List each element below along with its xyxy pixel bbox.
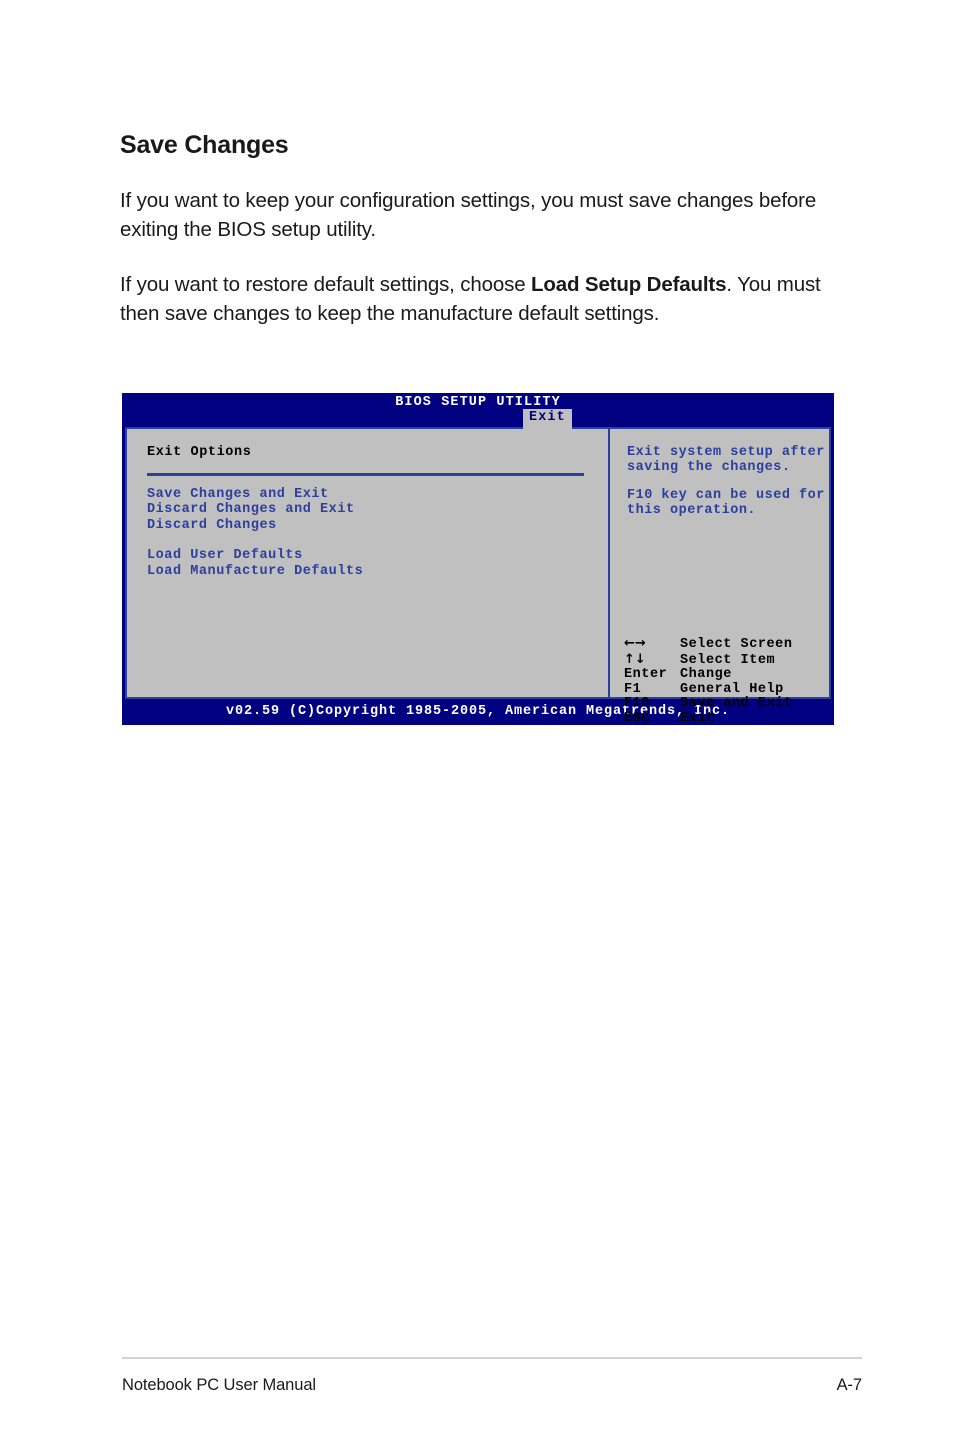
bios-tab-exit[interactable]: Exit xyxy=(523,409,572,429)
paragraph-keep-settings: If you want to keep your configuration s… xyxy=(120,186,860,244)
page-footer: Notebook PC User Manual A-7 xyxy=(122,1357,862,1395)
legend-label-exit: Exit xyxy=(680,710,715,726)
page-content: Save Changes If you want to keep your co… xyxy=(120,131,860,328)
footer-row: Notebook PC User Manual A-7 xyxy=(122,1376,862,1395)
load-setup-defaults-emphasis: Load Setup Defaults xyxy=(531,272,727,296)
up-down-arrows-icon: ↑↓ xyxy=(624,651,646,667)
legend-row-change: Enter Change xyxy=(624,668,792,683)
heading-divider xyxy=(147,473,584,476)
page-title: Save Changes xyxy=(120,131,289,159)
help-text-line-4: this operation. xyxy=(627,503,757,518)
legend-row-save-and-exit: F10 Save and Exit xyxy=(624,697,792,712)
bios-title: BIOS SETUP UTILITY xyxy=(395,395,561,410)
legend-row-exit: ESC Exit xyxy=(624,710,792,727)
menu-item-save-changes-and-exit[interactable]: Save Changes and Exit xyxy=(147,487,608,503)
legend-row-general-help: F1 General Help xyxy=(624,681,792,698)
footer-manual-title: Notebook PC User Manual xyxy=(122,1376,316,1394)
exit-options-heading: Exit Options xyxy=(147,445,252,460)
footer-page-number: A-7 xyxy=(836,1376,862,1394)
legend-key-f10: F10 xyxy=(624,696,650,712)
menu-group-separator xyxy=(147,534,608,548)
paragraph-restore-defaults: If you want to restore default settings,… xyxy=(120,270,860,328)
legend-key-esc: ESC xyxy=(624,710,650,726)
footer-divider xyxy=(122,1357,862,1359)
legend-label-select-item: Select Item xyxy=(680,652,776,668)
bios-key-legend: ←→ Select Screen ↑↓ Select Item Enter Ch… xyxy=(624,636,793,727)
menu-item-discard-changes[interactable]: Discard Changes xyxy=(147,518,608,535)
bios-body-frame: Exit Options Save Changes and Exit Disca… xyxy=(125,427,831,726)
help-text-line-1: Exit system setup after xyxy=(627,445,825,460)
legend-key-f1: F1 xyxy=(624,681,642,697)
bios-left-panel: Exit Options Save Changes and Exit Disca… xyxy=(127,429,610,697)
legend-row-select-item: ↑↓ Select Item xyxy=(624,651,792,669)
legend-row-select-screen: ←→ Select Screen xyxy=(624,636,793,653)
help-text-line-2: saving the changes. xyxy=(627,460,791,475)
menu-item-load-user-defaults[interactable]: Load User Defaults xyxy=(147,548,608,564)
menu-item-discard-changes-and-exit[interactable]: Discard Changes and Exit xyxy=(147,503,608,519)
bios-right-panel: Exit system setup after saving the chang… xyxy=(610,429,829,726)
paragraph-text-before: If you want to restore default settings,… xyxy=(120,272,532,296)
legend-label-save-and-exit: Save and Exit xyxy=(680,696,793,712)
legend-label-general-help: General Help xyxy=(680,681,784,697)
paragraph-text: If you want to keep your configuration s… xyxy=(120,188,817,241)
legend-label-select-screen: Select Screen xyxy=(680,637,793,652)
help-text-line-3: F10 key can be used for xyxy=(627,488,825,503)
bios-menu-list: Save Changes and Exit Discard Changes an… xyxy=(147,487,608,580)
bios-setup-screenshot: BIOS SETUP UTILITY Exit Exit Options Sav… xyxy=(122,393,834,726)
menu-item-load-manufacture-defaults[interactable]: Load Manufacture Defaults xyxy=(147,564,608,580)
bios-title-bar: BIOS SETUP UTILITY Exit xyxy=(122,393,834,429)
legend-label-change: Change xyxy=(680,667,732,683)
manual-page: Save Changes If you want to keep your co… xyxy=(0,0,954,1438)
help-block-separator xyxy=(627,475,829,488)
left-right-arrows-icon: ←→ xyxy=(624,636,646,651)
legend-key-enter: Enter xyxy=(624,667,668,683)
